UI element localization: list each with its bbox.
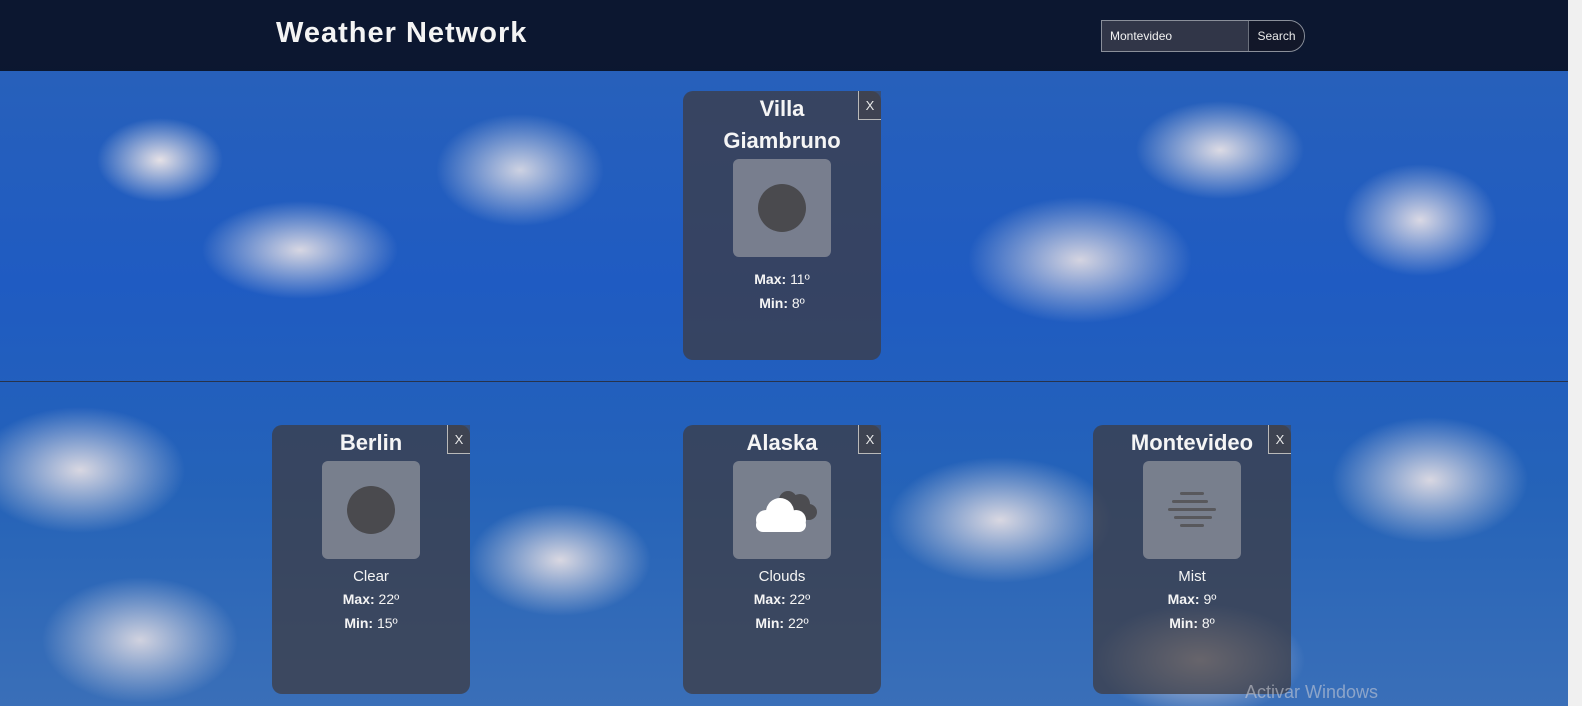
activation-watermark: Activar Windows — [1245, 682, 1379, 702]
card-close-button[interactable]: X — [447, 425, 470, 454]
max-temp: Max: 22º — [342, 591, 400, 607]
min-temp: Min: 8º — [759, 295, 805, 311]
clouds-icon — [756, 491, 817, 532]
min-temp: Min: 8º — [1169, 615, 1215, 631]
card-city-name: Villa Giambruno — [723, 96, 841, 153]
clear-sun-icon — [347, 486, 395, 534]
min-temp: Min: 15º — [344, 615, 398, 631]
weather-icon-box — [733, 461, 831, 559]
weather-description: Clouds — [758, 568, 806, 585]
row-divider — [0, 381, 1568, 382]
max-temp: Max: 11º — [754, 271, 810, 287]
weather-icon-box — [1143, 461, 1241, 559]
max-temp: Max: 9º — [1167, 591, 1217, 607]
mist-icon — [1168, 492, 1216, 527]
app-title: Weather Network — [276, 17, 528, 49]
weather-card: X Montevideo Mist Max: 9º Min: 8º — [1093, 425, 1291, 694]
search-form: Search — [1101, 20, 1305, 52]
clear-sun-icon — [758, 184, 806, 232]
search-button[interactable]: Search — [1248, 21, 1304, 51]
weather-card: X Alaska Clouds Max: 22º Min: 22º — [683, 425, 881, 694]
card-city-name: Alaska — [746, 430, 818, 455]
card-city-name: Berlin — [339, 430, 403, 455]
search-input[interactable] — [1102, 21, 1248, 51]
max-temp: Max: 22º — [753, 591, 811, 607]
weather-card: X Villa Giambruno Max: 11º Min: 8º — [683, 91, 881, 360]
weather-icon-box — [733, 159, 831, 257]
weather-card: X Berlin Clear Max: 22º Min: 15º — [272, 425, 470, 694]
card-city-name: Montevideo — [1130, 430, 1254, 455]
card-close-button[interactable]: X — [858, 91, 881, 120]
scrollbar-track[interactable] — [1568, 0, 1582, 706]
card-close-button[interactable]: X — [858, 425, 881, 454]
weather-description: Clear — [353, 568, 389, 585]
min-temp: Min: 22º — [755, 615, 809, 631]
top-navbar: Weather Network Search — [0, 0, 1568, 71]
weather-icon-box — [322, 461, 420, 559]
card-close-button[interactable]: X — [1268, 425, 1291, 454]
weather-description: Mist — [1178, 568, 1206, 585]
